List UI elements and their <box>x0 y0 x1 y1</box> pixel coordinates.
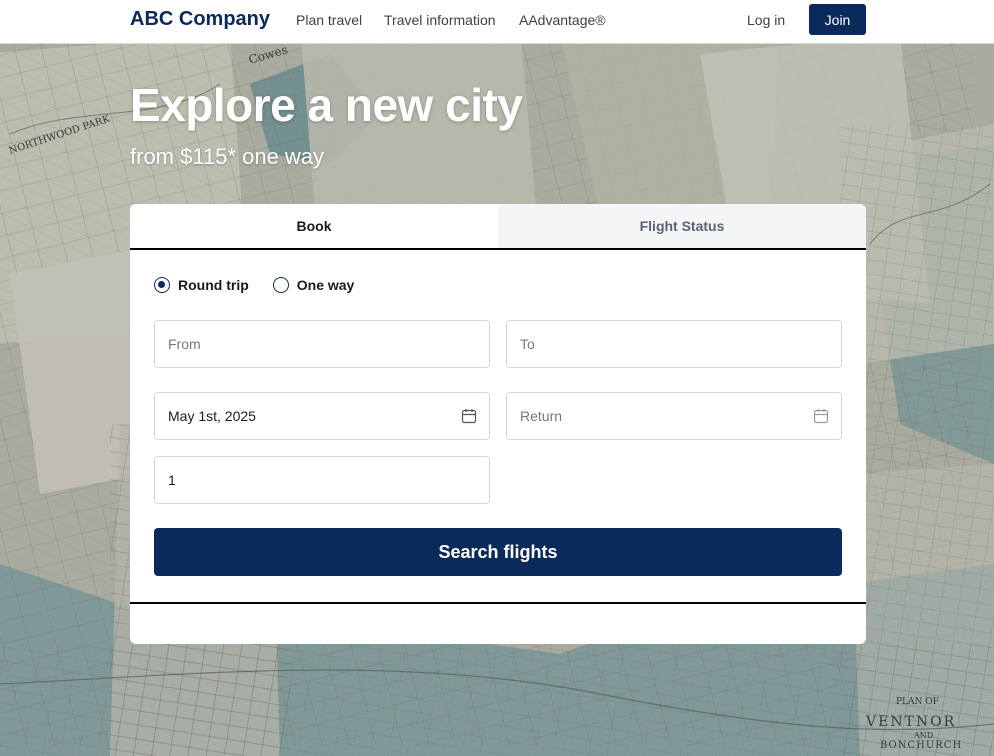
calendar-icon[interactable] <box>461 408 477 424</box>
nav-travel-information[interactable]: Travel information <box>384 12 496 28</box>
depart-date-input[interactable]: May 1st, 2025 <box>154 392 490 440</box>
trip-type-selector: Round trip One way <box>154 277 354 293</box>
brand-logo[interactable]: ABC Company <box>130 8 270 31</box>
top-navigation: ABC Company Plan travel Travel informati… <box>0 0 994 44</box>
depart-date-value: May 1st, 2025 <box>168 408 256 424</box>
card-divider <box>130 602 866 604</box>
tab-book[interactable]: Book <box>130 204 498 250</box>
one-way-radio[interactable] <box>272 277 289 293</box>
hero-headline: Explore a new city <box>130 79 523 131</box>
login-link[interactable]: Log in <box>747 12 785 28</box>
return-date-placeholder: Return <box>520 408 563 424</box>
one-way-label[interactable]: One way <box>297 277 355 293</box>
to-input[interactable]: To <box>506 320 842 368</box>
from-input[interactable]: From <box>154 320 490 368</box>
nav-plan-travel[interactable]: Plan travel <box>296 12 362 28</box>
nav-aadvantage[interactable]: AAdvantage® <box>519 12 606 28</box>
join-button[interactable]: Join <box>809 4 866 35</box>
hero-subheadline: from $115* one way <box>130 144 325 169</box>
search-flights-button[interactable]: Search flights <box>154 528 842 576</box>
tab-flight-status[interactable]: Flight Status <box>498 204 866 250</box>
round-trip-label[interactable]: Round trip <box>178 277 249 293</box>
passengers-input[interactable]: 1 <box>154 456 490 504</box>
return-date-input[interactable]: Return <box>506 392 842 440</box>
calendar-icon[interactable] <box>813 408 829 424</box>
booking-tabs: Book Flight Status <box>130 204 866 250</box>
round-trip-radio[interactable] <box>154 277 170 293</box>
booking-card: Book Flight Status Round trip One way Fr… <box>130 204 866 644</box>
